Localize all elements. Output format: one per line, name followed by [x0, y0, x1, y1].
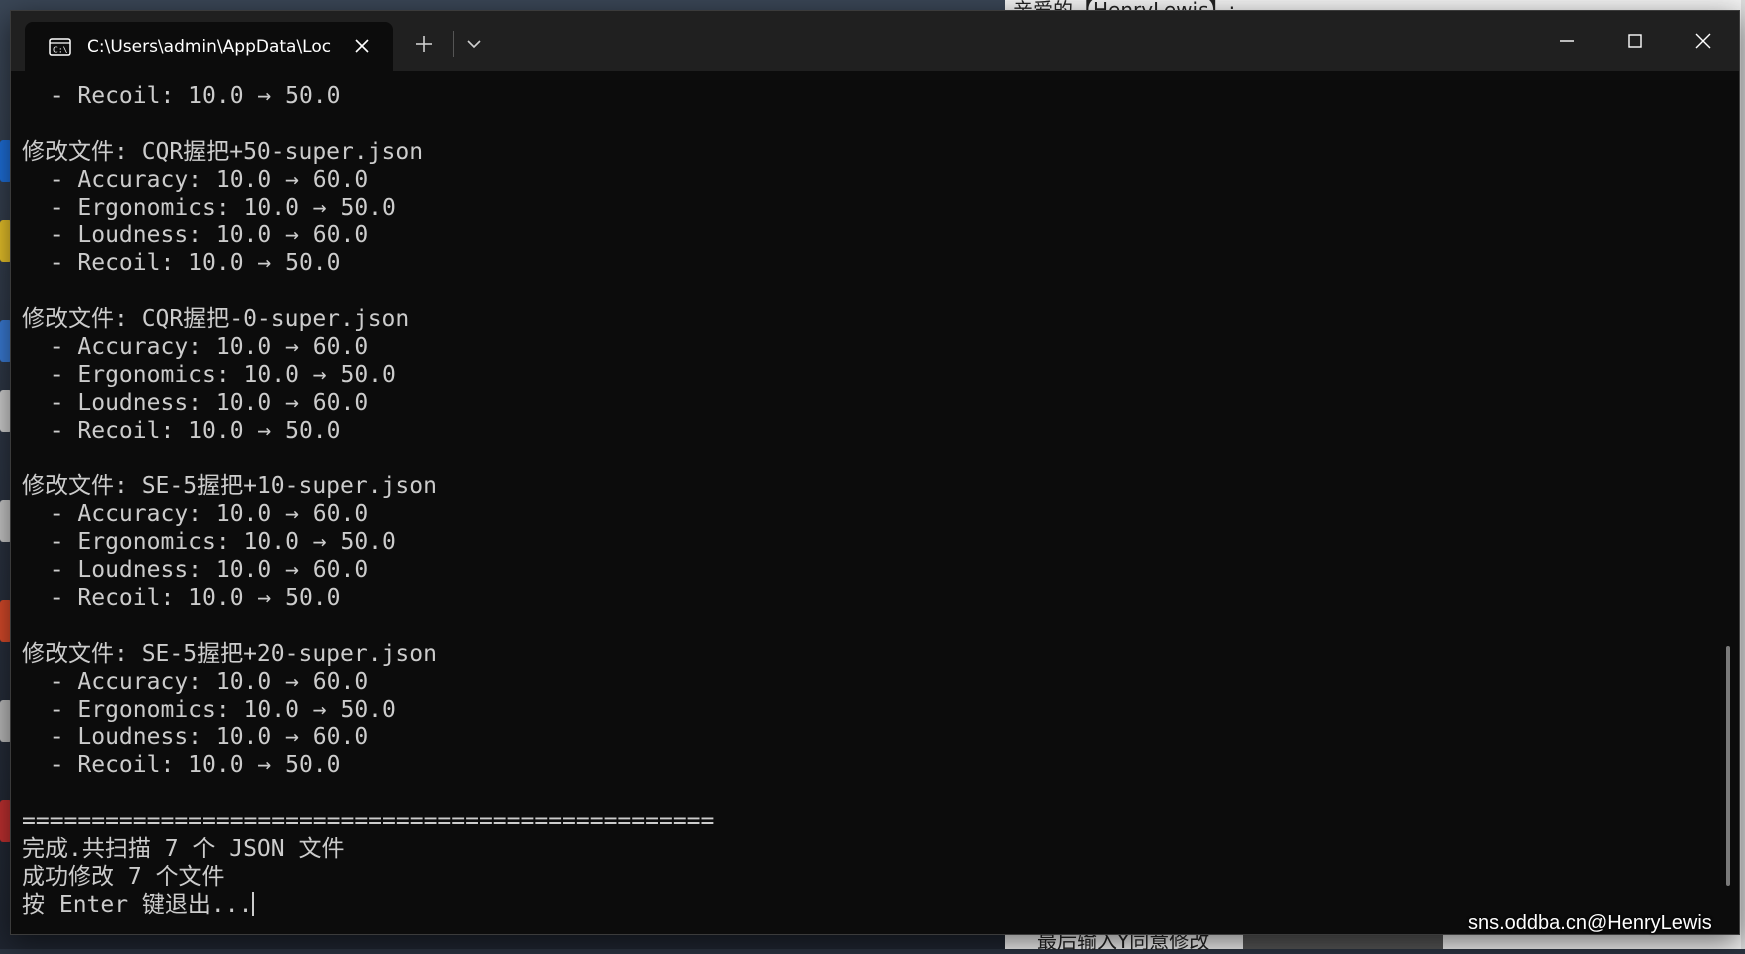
console-line: - Recoil: 10.0 → 50.0	[22, 250, 341, 277]
console-line: - Ergonomics: 10.0 → 50.0	[22, 696, 396, 723]
scrollbar[interactable]	[1721, 71, 1735, 936]
scrollbar-thumb[interactable]	[1726, 646, 1730, 886]
maximize-icon[interactable]	[1620, 26, 1650, 56]
console-line: - Ergonomics: 10.0 → 50.0	[22, 361, 396, 388]
console-line: - Recoil: 10.0 → 50.0	[22, 417, 341, 444]
console-line: - Accuracy: 10.0 → 60.0	[22, 166, 369, 193]
console-line: - Ergonomics: 10.0 → 50.0	[22, 529, 396, 556]
console-line: 修改文件: SE-5握把+20-super.json	[22, 640, 437, 667]
console-line: - Loudness: 10.0 → 60.0	[22, 724, 369, 751]
close-tab-icon[interactable]	[353, 37, 371, 55]
background-window-edge	[1741, 0, 1745, 949]
watermark: sns.oddba.cn@HenryLewis	[1468, 912, 1712, 934]
console-line: - Loudness: 10.0 → 60.0	[22, 222, 369, 249]
tab-title: C:\Users\admin\AppData\Loc	[87, 36, 332, 57]
console-line: - Accuracy: 10.0 → 60.0	[22, 501, 369, 528]
new-tab-icon[interactable]	[413, 33, 435, 55]
terminal-icon: C:\	[49, 37, 71, 56]
console-line: - Loudness: 10.0 → 60.0	[22, 557, 369, 584]
close-icon[interactable]	[1688, 26, 1718, 56]
console-line: 按 Enter 键退出...	[22, 891, 255, 918]
console-line: - Ergonomics: 10.0 → 50.0	[22, 194, 396, 221]
console-line: - Loudness: 10.0 → 60.0	[22, 389, 369, 416]
terminal-window: C:\ C:\Users\admin\AppData\Loc - Recoil:…	[10, 10, 1740, 935]
console-line: ========================================…	[22, 808, 715, 835]
console-line: 修改文件: CQR握把-0-super.json	[22, 306, 410, 333]
text-caret	[252, 891, 255, 916]
console-line: 修改文件: SE-5握把+10-super.json	[22, 473, 437, 500]
console-text: - Recoil: 10.0 → 50.0 修改文件: CQR握把+50-supe…	[22, 83, 714, 920]
title-bar[interactable]: C:\ C:\Users\admin\AppData\Loc	[11, 11, 1739, 71]
console-line: 成功修改 7 个文件	[22, 863, 225, 890]
chevron-down-icon[interactable]	[463, 35, 485, 53]
titlebar-divider	[453, 31, 454, 57]
console-line: - Recoil: 10.0 → 50.0	[22, 752, 341, 779]
console-output[interactable]: - Recoil: 10.0 → 50.0 修改文件: CQR握把+50-supe…	[11, 71, 1719, 936]
console-line: - Accuracy: 10.0 → 60.0	[22, 668, 369, 695]
console-line: - Accuracy: 10.0 → 60.0	[22, 334, 369, 361]
terminal-tab[interactable]: C:\ C:\Users\admin\AppData\Loc	[25, 22, 393, 71]
minimize-icon[interactable]	[1552, 26, 1582, 56]
console-line: 修改文件: CQR握把+50-super.json	[22, 138, 424, 165]
console-line: - Recoil: 10.0 → 50.0	[22, 585, 341, 612]
svg-text:C:\: C:\	[53, 45, 68, 54]
console-line: - Recoil: 10.0 → 50.0	[22, 83, 341, 109]
console-line: 完成.共扫描 7 个 JSON 文件	[22, 836, 345, 863]
